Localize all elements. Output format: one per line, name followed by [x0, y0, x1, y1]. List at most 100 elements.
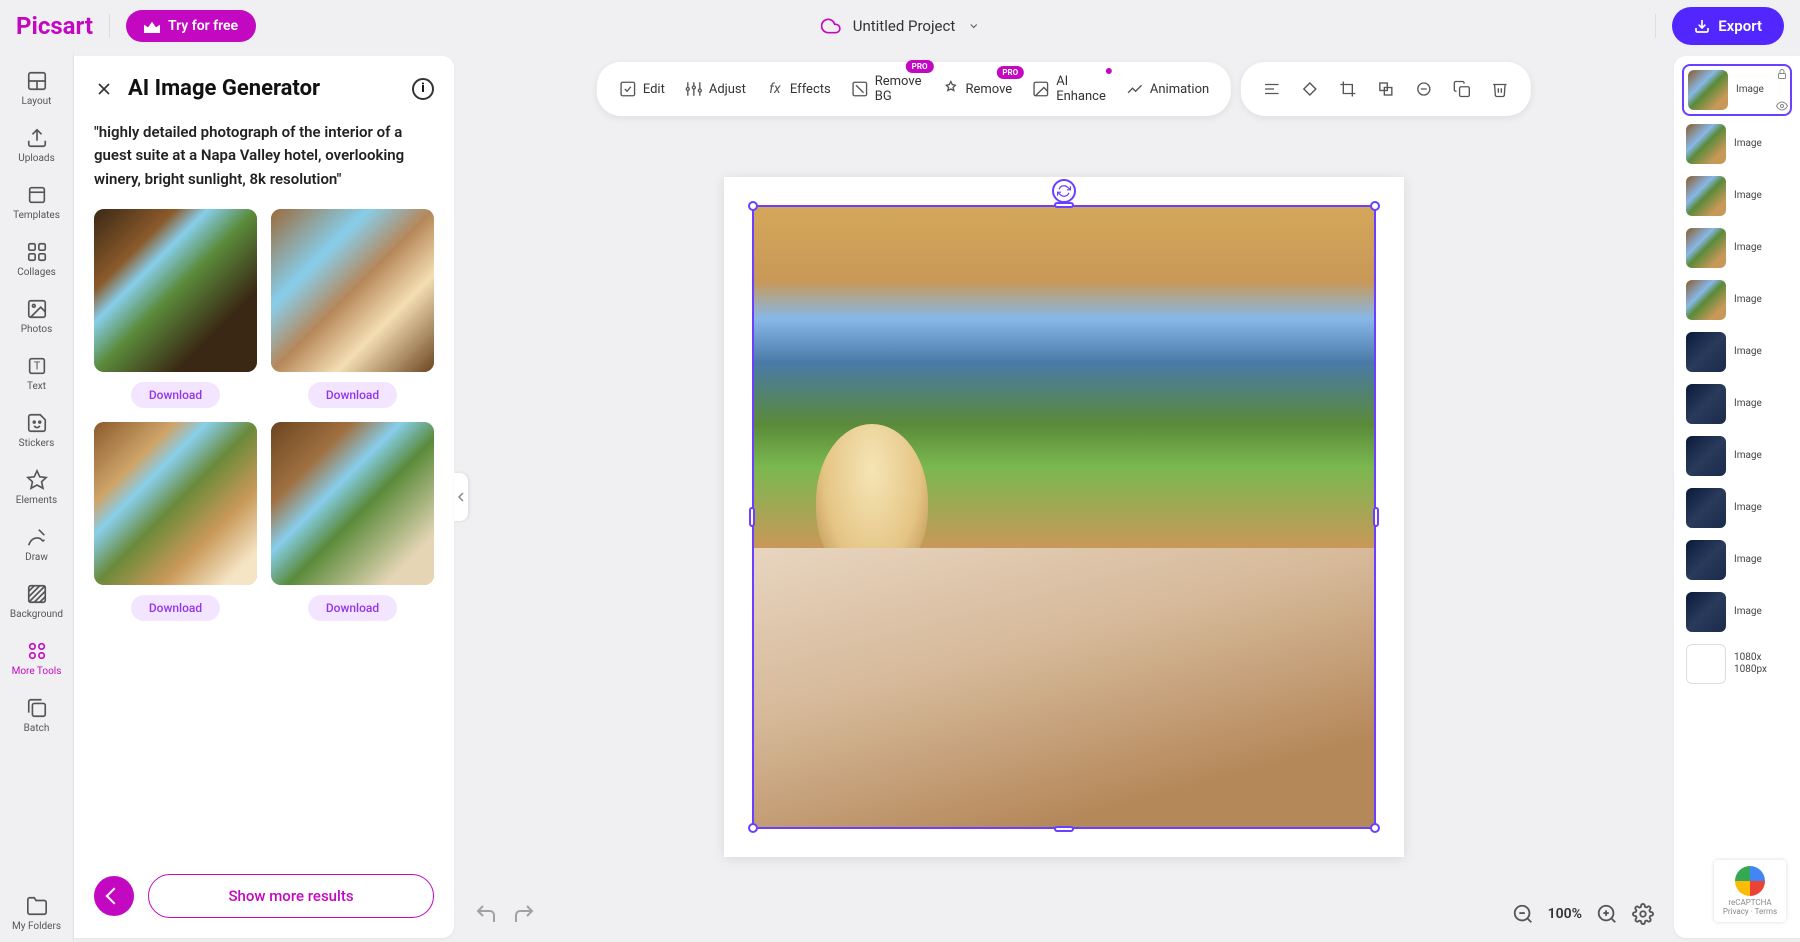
- result-cell: Download: [271, 209, 434, 408]
- download-button[interactable]: Download: [308, 595, 397, 621]
- rail-label: Collages: [17, 267, 56, 278]
- rail-label: Photos: [21, 324, 53, 335]
- rotate-handle[interactable]: [1052, 179, 1076, 203]
- rail-text[interactable]: T Text: [0, 345, 73, 402]
- rail-my-folders[interactable]: My Folders: [0, 885, 73, 942]
- rail-collages[interactable]: Collages: [0, 231, 73, 288]
- rail-label: Uploads: [18, 153, 54, 164]
- ai-generator-panel: AI Image Generator i "highly detailed ph…: [74, 56, 454, 938]
- result-image-2[interactable]: [271, 209, 434, 372]
- artboard[interactable]: [724, 177, 1404, 857]
- layer-row[interactable]: Image: [1682, 64, 1792, 116]
- resize-handle-bl[interactable]: [748, 823, 758, 833]
- export-button[interactable]: Export: [1672, 7, 1784, 45]
- show-more-button[interactable]: Show more results: [148, 874, 434, 918]
- info-icon[interactable]: i: [412, 78, 434, 100]
- layer-label: Image: [1734, 138, 1762, 150]
- tb-remove-bg[interactable]: PRO Remove BG: [843, 70, 930, 108]
- download-button[interactable]: Download: [131, 382, 220, 408]
- resize-handle-tl[interactable]: [748, 201, 758, 211]
- rail-background[interactable]: Background: [0, 573, 73, 630]
- rail-draw[interactable]: Draw: [0, 516, 73, 573]
- tb-crop[interactable]: [1331, 74, 1365, 104]
- draw-icon: [26, 526, 48, 548]
- resize-edge-left[interactable]: [749, 507, 755, 527]
- layer-row[interactable]: Image: [1682, 224, 1792, 272]
- export-label: Export: [1718, 17, 1762, 35]
- undo-button[interactable]: [474, 902, 498, 926]
- rail-stickers[interactable]: Stickers: [0, 402, 73, 459]
- layer-row[interactable]: Image: [1682, 172, 1792, 220]
- try-free-button[interactable]: Try for free: [126, 10, 256, 42]
- layer-row[interactable]: Image: [1682, 484, 1792, 532]
- download-icon: [1694, 18, 1710, 34]
- rail-templates[interactable]: Templates: [0, 174, 73, 231]
- result-image-1[interactable]: [94, 209, 257, 372]
- layer-label: Image: [1734, 554, 1762, 566]
- resize-edge-bottom[interactable]: [1054, 826, 1074, 832]
- ai-enhance-icon: [1032, 80, 1050, 98]
- layer-row[interactable]: Image: [1682, 432, 1792, 480]
- layer-label: Image: [1736, 84, 1764, 96]
- divider: [1655, 14, 1656, 38]
- settings-button[interactable]: [1632, 903, 1654, 925]
- resize-edge-right[interactable]: [1373, 507, 1379, 527]
- redo-button[interactable]: [512, 902, 536, 926]
- tb-duplicate[interactable]: [1445, 74, 1479, 104]
- new-indicator: [1106, 68, 1112, 74]
- rail-photos[interactable]: Photos: [0, 288, 73, 345]
- zoom-in-button[interactable]: [1596, 903, 1618, 925]
- tb-edit[interactable]: Edit: [611, 76, 673, 102]
- tb-remove[interactable]: PRO Remove: [933, 76, 1020, 102]
- tb-layer-order[interactable]: [1369, 74, 1403, 104]
- close-icon[interactable]: [94, 79, 114, 99]
- resize-handle-tr[interactable]: [1370, 201, 1380, 211]
- recaptcha-badge: reCAPTCHA Privacy · Terms: [1714, 860, 1786, 922]
- tb-animation[interactable]: Animation: [1118, 76, 1217, 102]
- rail-batch[interactable]: Batch: [0, 687, 73, 744]
- tb-label: Animation: [1150, 82, 1209, 97]
- download-button[interactable]: Download: [308, 382, 397, 408]
- resize-handle-br[interactable]: [1370, 823, 1380, 833]
- layer-row[interactable]: Image: [1682, 588, 1792, 636]
- tb-effects[interactable]: fx Effects: [758, 76, 839, 102]
- rail-more-tools[interactable]: More Tools: [0, 630, 73, 687]
- elements-icon: [26, 469, 48, 491]
- layer-row[interactable]: Image: [1682, 120, 1792, 168]
- rail-layout[interactable]: Layout: [0, 60, 73, 117]
- animation-icon: [1126, 80, 1144, 98]
- zoom-out-button[interactable]: [1512, 903, 1534, 925]
- project-title-area[interactable]: Untitled Project: [821, 16, 980, 36]
- download-button[interactable]: Download: [131, 595, 220, 621]
- back-button[interactable]: [94, 876, 134, 916]
- canvas-stage[interactable]: [454, 52, 1674, 942]
- resize-edge-top[interactable]: [1054, 202, 1074, 208]
- rail-elements[interactable]: Elements: [0, 459, 73, 516]
- tb-tag[interactable]: [1293, 74, 1327, 104]
- tb-ai-enhance[interactable]: AI Enhance: [1024, 70, 1114, 108]
- canvas-area: Edit Adjust fx Effects PRO Remove BG PRO: [454, 52, 1674, 942]
- zoom-value[interactable]: 100%: [1548, 906, 1582, 922]
- layer-thumb: [1686, 488, 1726, 528]
- canvas-layer-row[interactable]: 1080x 1080px: [1682, 640, 1792, 688]
- tb-delete[interactable]: [1483, 74, 1517, 104]
- selection-frame[interactable]: [752, 205, 1376, 829]
- rail-uploads[interactable]: Uploads: [0, 117, 73, 174]
- layer-row[interactable]: Image: [1682, 536, 1792, 584]
- svg-text:T: T: [33, 360, 40, 373]
- layer-row[interactable]: Image: [1682, 380, 1792, 428]
- logo[interactable]: Picsart: [16, 12, 93, 40]
- result-image-4[interactable]: [271, 422, 434, 585]
- layer-row[interactable]: Image: [1682, 276, 1792, 324]
- remove-icon: [941, 80, 959, 98]
- tb-adjust[interactable]: Adjust: [677, 76, 754, 102]
- pro-badge: PRO: [906, 60, 934, 73]
- tb-flip[interactable]: [1407, 74, 1441, 104]
- layer-row[interactable]: Image: [1682, 328, 1792, 376]
- zoom-controls: 100%: [1512, 903, 1654, 925]
- layer-label: Image: [1734, 502, 1762, 514]
- result-image-3[interactable]: [94, 422, 257, 585]
- folder-icon: [26, 895, 48, 917]
- tb-align[interactable]: [1255, 74, 1289, 104]
- rail-label: Batch: [24, 723, 50, 734]
